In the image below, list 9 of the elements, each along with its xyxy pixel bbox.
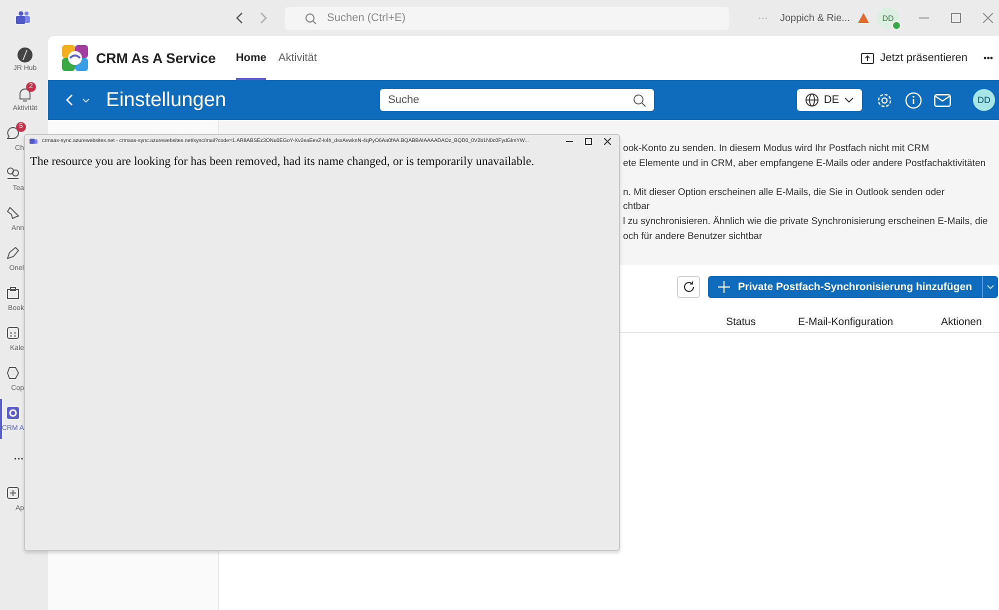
description-text: och für andere Benutzer sichtbar bbox=[623, 230, 764, 244]
description-text: ook-Konto zu senden. In diesem Modus wird Ihr Postfach nicht mit CRM bbox=[623, 142, 930, 156]
description-text: chtbar bbox=[623, 200, 651, 214]
description-text: n. Mit dieser Option erscheinen alle E-Mails, die Sie in Outlook senden oder bbox=[623, 186, 946, 200]
app-name: CRM As A Service bbox=[96, 50, 216, 66]
error-message: The resource you are looking for has been removed, had its name changed, or is temporarily unavailable. bbox=[30, 154, 536, 169]
description-text: ete Elemente und in CRM, aber empfangene E-Mails oder andere Postfachaktivitäten bbox=[623, 156, 987, 171]
description-text: l zu synchronisieren. Ähnlich wie die private Synchronisierung erscheinen E-Mails, die bbox=[623, 214, 989, 229]
page-title: Einstellungen bbox=[106, 88, 226, 112]
